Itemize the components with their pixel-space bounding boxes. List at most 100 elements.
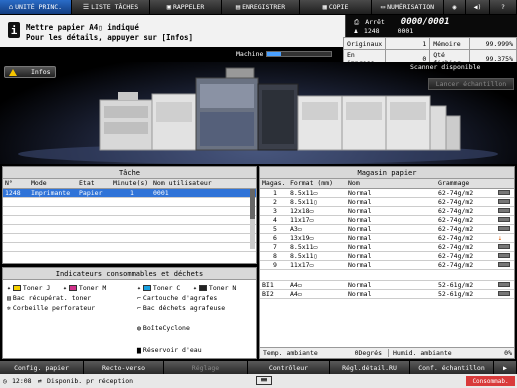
tray-row[interactable]: 3 12x18▭ Normal 62-74g/m2 [260,206,514,216]
scanner-status: Scanner disponible [410,63,481,71]
machine-label: Machine [236,50,264,58]
paper-level-icon [498,226,510,231]
paper-level-icon [498,199,510,204]
tray-row[interactable]: 1 8.5x11▭ Normal 62-74g/m2 [260,188,514,198]
message-line-1: Mettre papier A4▯ indiqué [26,23,139,32]
punch-icon: ✲ [7,304,11,312]
tray-row[interactable]: 6 13x19▭ Normal 62-74g/m2 ⇣ [260,233,514,243]
staple-cartridge-item: ⌐ Cartouche d'agrafes [137,294,218,302]
reception-icon: ⇄ [38,377,42,385]
tab-liste-taches[interactable]: ☰ LISTE TÂCHES [72,0,150,14]
col-header-user: Nom utilisateur [151,179,256,189]
toner-c-item: ✦ Toner C [137,284,181,292]
status-line: ◷ 12:08 ⇄ Disponib. pr réception ▦▦ Cons… [0,374,517,388]
task-table: N° Mode Etat Minute(s) Nom utilisateur 1… [3,179,256,252]
tray-row[interactable]: 2 8.5x11▯ Normal 62-74g/m2 [260,197,514,207]
paper-level-icon [498,208,510,213]
memoire-label: Mémoire [429,37,471,50]
col-header-magas: Magas. [260,179,288,189]
task-panel-title: Tâche [3,167,256,179]
speaker-icon: ◀) [473,3,482,11]
paper-empty-icon: ⇣ [498,233,502,242]
tray-row[interactable]: 4 11x17▭ Normal 62-74g/m2 [260,215,514,225]
message-area: i Mettre papier A4▯ indiqué Pour les dét… [0,15,345,47]
paper-tray-title: Magasin papier [260,167,514,179]
info-icon: i [8,22,20,38]
paper-level-icon [498,253,510,258]
task-scroll-thumb[interactable] [250,189,255,219]
toner-m-item: ✦ Toner M [63,284,107,292]
humid-value: 0% [504,349,512,357]
tab-numerisation[interactable]: ▭ NUMÉRISATION [372,0,444,14]
col-header-etat: Etat [77,179,111,189]
folder-icon: ▣ [166,3,171,11]
next-page-button[interactable]: ▶ [494,361,517,374]
task-row[interactable]: 1248 Imprimante Papier 1 0001 [3,188,256,198]
bypass-tray-row[interactable]: BI1 A4▭ Normal 52-61g/m2 [260,280,514,290]
col-header-grammage: Grammage [436,179,496,189]
controleur-button[interactable]: Contrôleur [248,361,330,374]
staple-icon: ⌐ [137,294,141,302]
user-id: 1248 [363,27,380,35]
machine-progress-fill [267,52,282,56]
config-papier-button[interactable]: Config. papier [0,361,84,374]
infos-button[interactable]: Infos [4,66,56,78]
consumables-alert-badge[interactable]: Consommab. [466,376,515,386]
consumables-title: Indicateurs consommables et déchets [3,268,256,280]
job-counter: 0000/0001 [400,17,450,27]
col-header-nom: Nom [346,179,436,189]
tray-row[interactable]: 5 A3▭ Normal 62-74g/m2 [260,224,514,234]
user-icon: ♟ [354,27,358,35]
arrow-right-icon: ▶ [503,363,507,372]
tray-row[interactable]: 9 11x17▭ Normal 62-74g/m2 [260,260,514,270]
tab-rappeler[interactable]: ▣ RAPPELER [150,0,222,14]
memoire-value: 99.999% [469,37,517,50]
volume-button[interactable]: ◀) [466,0,490,14]
copy-icon: ▦ [322,3,327,11]
cyclone-icon: ◍ [137,324,141,332]
machine-state: Arrêt [365,18,385,26]
scan-icon: ▭ [380,3,386,11]
warning-icon [9,68,17,76]
paper-level-icon [498,282,510,287]
clock-icon: ◷ [3,377,7,385]
status-message: Disponib. pr réception [47,377,134,385]
tray-row[interactable]: 8 8.5x11▯ Normal 62-74g/m2 [260,251,514,261]
water-tank-icon: ▆ [137,346,141,354]
tab-enregistrer[interactable]: ▤ ENREGISTRER [222,0,300,14]
task-scrollbar[interactable] [250,189,255,249]
help-icon: ? [501,3,505,11]
punch-waste-item: ✲ Corbeille perforateur [7,304,96,312]
keyboard-icon[interactable]: ▦▦ [256,376,272,385]
network-icon: ◉ [452,3,457,11]
cyclone-box-item: ◍ BoîteCyclone [137,324,190,332]
tab-copie[interactable]: ▦ COPIE [300,0,372,14]
water-tank-item: ▆ Réservoir d'eau [137,346,202,354]
help-button[interactable]: ? [490,0,517,14]
lancer-echantillon-button[interactable]: Lancer échantillon [428,78,514,90]
home-icon: ⌂ [8,3,14,11]
paper-level-icon [498,262,510,267]
toner-m-icon: ✦ [63,284,67,292]
staple-waste-icon: ⌐ [137,304,141,312]
recto-verso-button[interactable]: Recto-verso [84,361,164,374]
printer-icon: ⎙ [354,17,360,26]
bypass-tray-row[interactable]: BI2 A4▭ Normal 52-61g/m2 [260,289,514,299]
originaux-value: 1 [385,37,431,50]
humid-label: Humid. ambiante [388,349,472,357]
reglage-button[interactable]: Réglage [164,361,248,374]
toner-k-icon: ✦ [193,284,197,292]
machine-progress-bar [266,51,332,57]
col-header-no: N° [3,179,29,189]
paper-level-icon [498,291,510,296]
network-button[interactable]: ◉ [444,0,466,14]
list-icon: ☰ [82,3,90,11]
tab-unite-princ[interactable]: ⌂ UNITÉ PRINC. [0,0,72,14]
conf-echantillon-button[interactable]: Conf. échantillon [410,361,494,374]
paper-level-icon [498,244,510,249]
regl-detail-ru-button[interactable]: Régl.détail.RU [330,361,410,374]
paper-level-icon [498,217,510,222]
message-line-2: Pour les détails, appuyer sur [Infos] [26,33,194,42]
environment-bar: Temp. ambiante 0Degrés Humid. ambiante 0… [260,347,514,358]
tray-row[interactable]: 7 8.5x11▭ Normal 62-74g/m2 [260,242,514,252]
